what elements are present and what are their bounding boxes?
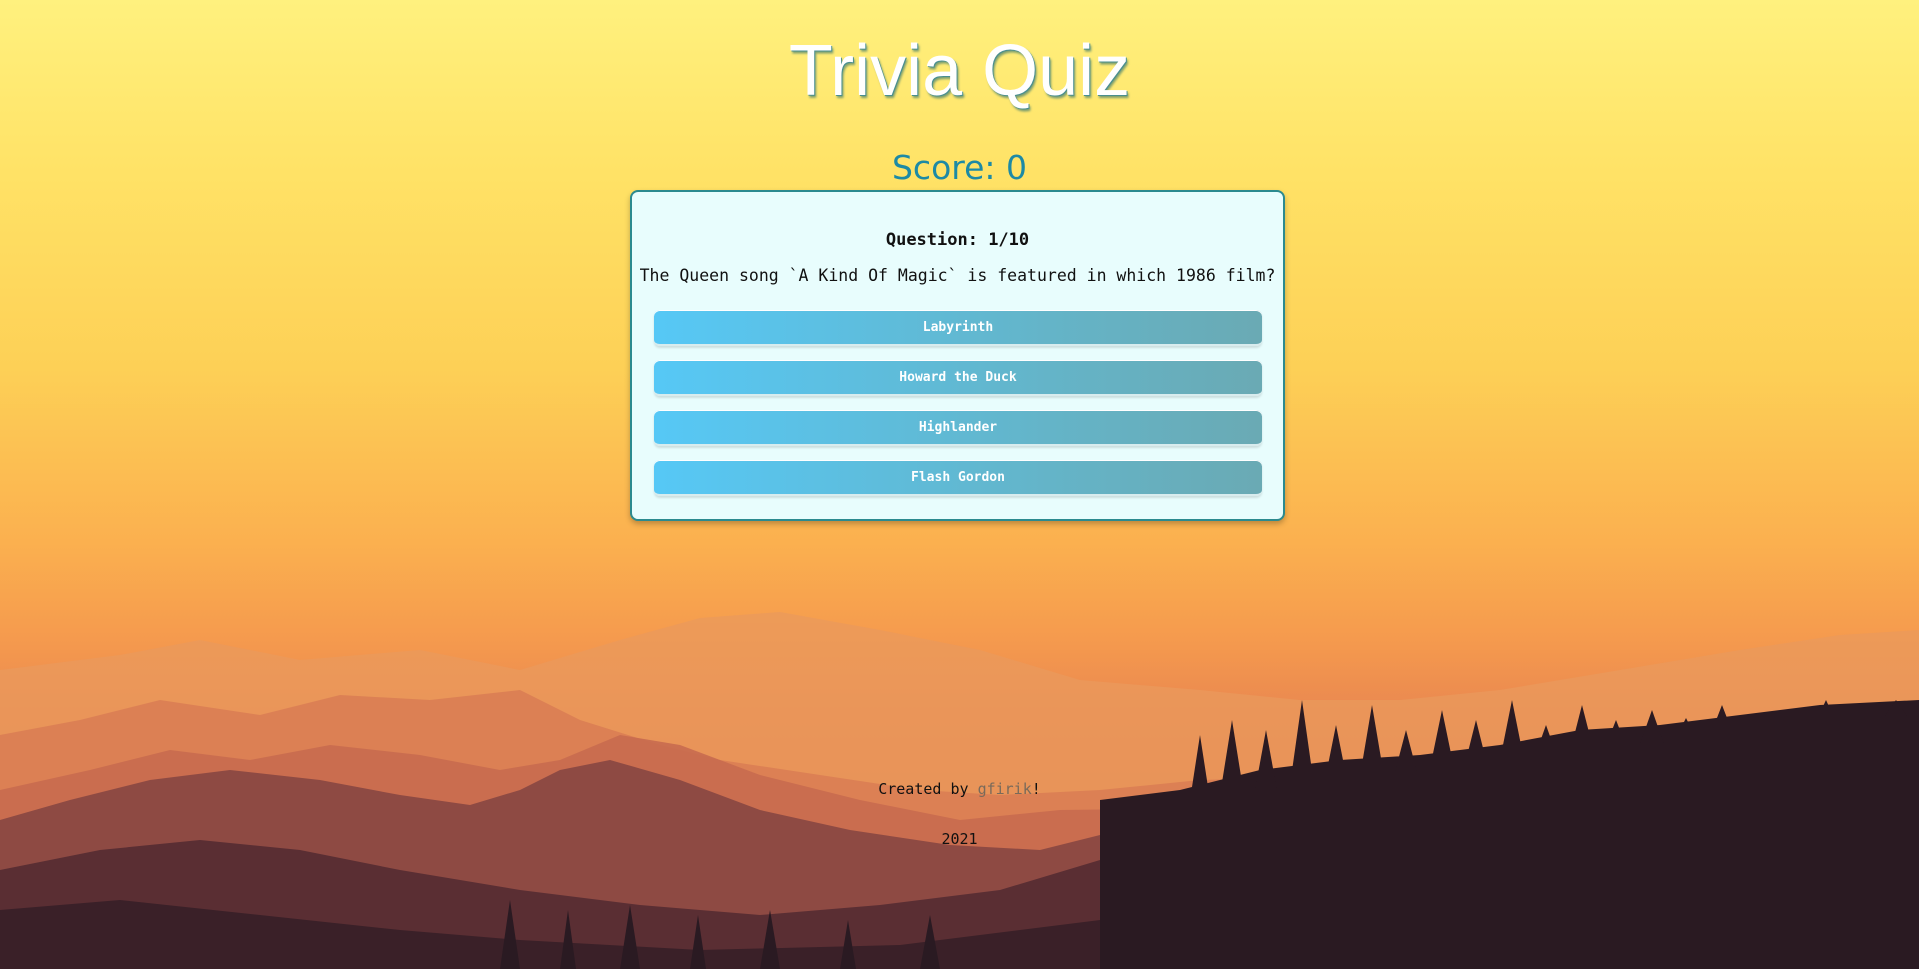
answer-button-labyrinth[interactable]: Labyrinth <box>654 310 1262 346</box>
quiz-card: Question: 1/10 The Queen song `A Kind Of… <box>630 190 1285 521</box>
credit-line: Created by gfirik! <box>0 780 1919 798</box>
answer-button-howard-the-duck[interactable]: Howard the Duck <box>654 360 1262 396</box>
footer-year: 2021 <box>941 830 978 848</box>
answer-button-flash-gordon[interactable]: Flash Gordon <box>654 460 1262 496</box>
answer-button-highlander[interactable]: Highlander <box>654 410 1262 446</box>
credit-suffix: ! <box>1031 780 1041 798</box>
question-text: The Queen song `A Kind Of Magic` is feat… <box>639 266 1276 285</box>
answer-list: Labyrinth Howard the Duck Highlander Fla… <box>654 310 1262 510</box>
author-link[interactable]: gfirik <box>978 780 1032 798</box>
credit-prefix: Created by <box>878 780 978 798</box>
footer: Created by gfirik! 2021 <box>0 780 1919 848</box>
question-counter: Question: 1/10 <box>885 230 1030 250</box>
app-title: Trivia Quiz <box>788 31 1131 111</box>
score-display: Score: 0 <box>891 148 1028 187</box>
